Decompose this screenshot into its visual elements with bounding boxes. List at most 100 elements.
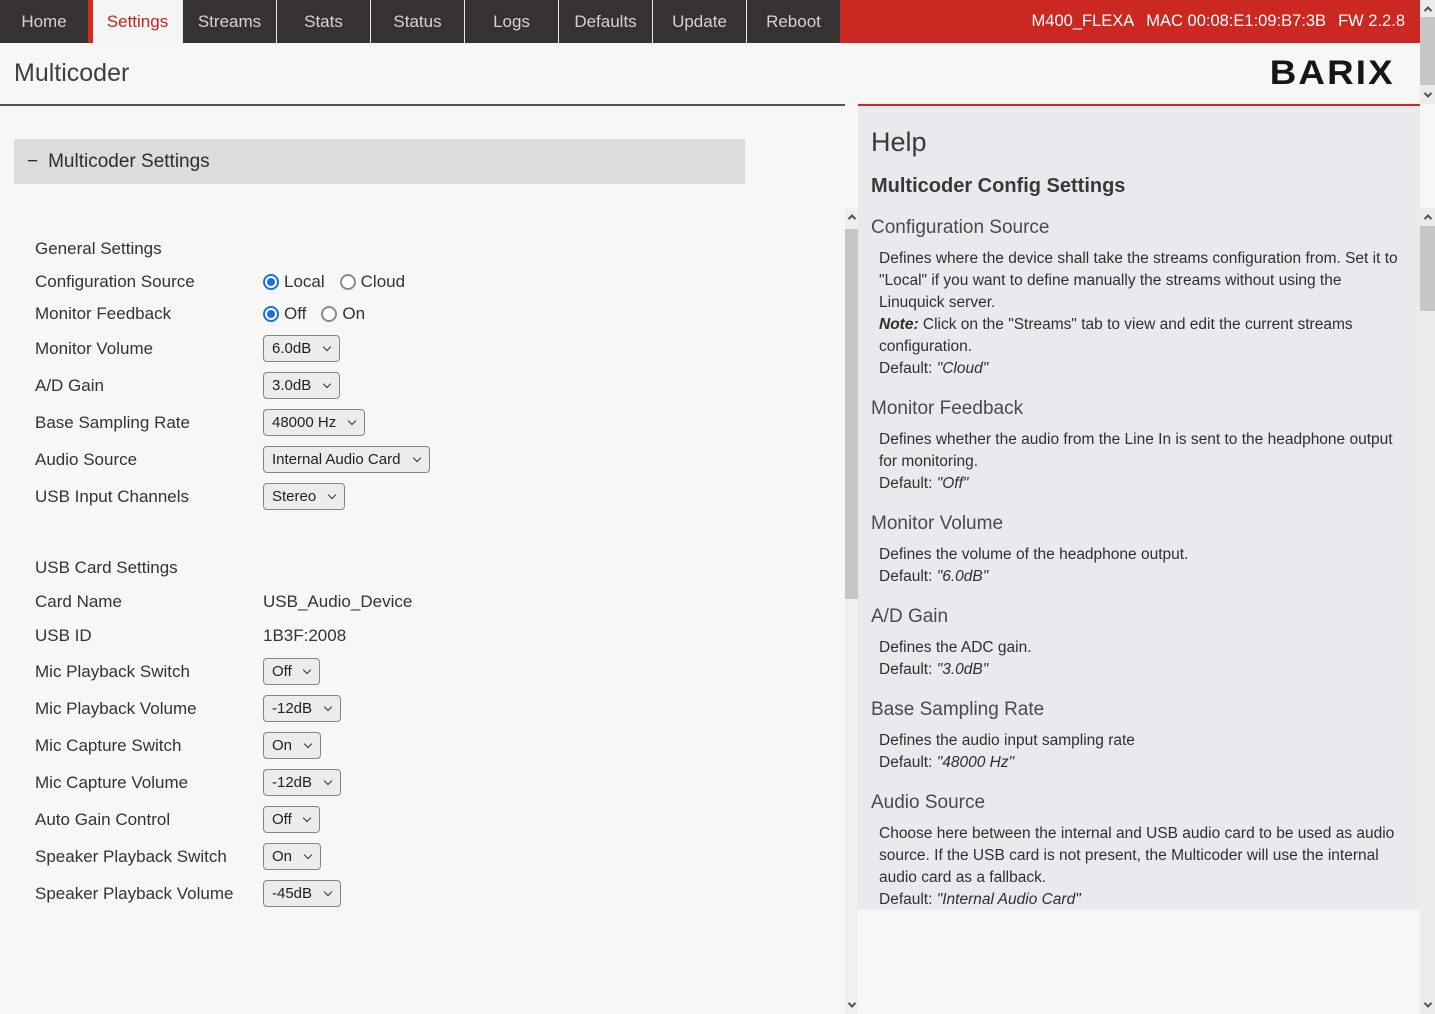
speaker-playback-switch-label: Speaker Playback Switch <box>35 847 263 867</box>
scroll-down-icon[interactable] <box>845 997 858 1013</box>
monitor-feedback-option-on[interactable]: On <box>321 304 365 324</box>
a-d-gain-select-wrap: 3.0dB <box>263 372 340 399</box>
mic-capture-switch-select[interactable]: On <box>263 732 321 759</box>
usb-id-label: USB ID <box>35 626 263 646</box>
audio-source-select-wrap: Internal Audio Card <box>263 446 430 473</box>
mic-playback-switch-select[interactable]: Off <box>263 658 320 685</box>
mic-playback-switch-label: Mic Playback Switch <box>35 662 263 682</box>
configuration-source-option-cloud[interactable]: Cloud <box>340 272 405 292</box>
mic-capture-volume-label: Mic Capture Volume <box>35 773 263 793</box>
mic-capture-volume-select[interactable]: -12dB <box>263 769 341 796</box>
help-paragraph: Defines whether the audio from the Line … <box>879 429 1404 473</box>
page-scrollbar[interactable] <box>1420 0 1435 104</box>
help-heading-audio-source: Audio Source <box>871 791 1404 815</box>
monitor-feedback-on-radio[interactable] <box>321 306 337 322</box>
monitor-feedback-on-radio-label: On <box>342 304 365 324</box>
row-mic-capture-switch: Mic Capture SwitchOn <box>35 727 845 764</box>
help-body-monitor-feedback: Defines whether the audio from the Line … <box>871 429 1404 495</box>
page-header: Multicoder BARIX <box>0 43 1420 104</box>
mic-playback-volume-select-wrap: -12dB <box>263 695 341 722</box>
speaker-playback-switch-select-wrap: On <box>263 843 321 870</box>
mic-capture-switch-label: Mic Capture Switch <box>35 736 263 756</box>
nav-tabs: HomeSettingsStreamsStatsStatusLogsDefaul… <box>0 0 840 43</box>
help-subtitle: Multicoder Config Settings <box>871 174 1404 199</box>
auto-gain-control-select[interactable]: Off <box>263 806 320 833</box>
tab-stats[interactable]: Stats <box>276 0 370 43</box>
speaker-playback-switch-select[interactable]: On <box>263 843 321 870</box>
group-usb-card-settings: USB Card Settings Card NameUSB_Audio_Devi… <box>35 557 845 910</box>
monitor-feedback-off-radio[interactable] <box>263 306 279 322</box>
monitor-volume-label: Monitor Volume <box>35 339 263 359</box>
configuration-source-option-local[interactable]: Local <box>263 272 325 292</box>
speaker-playback-volume-select[interactable]: -45dB <box>263 880 341 907</box>
scroll-up-icon[interactable] <box>845 209 858 225</box>
help-scrollbar[interactable] <box>1420 208 1435 1014</box>
help-body-a-d-gain: Defines the ADC gain.Default: "3.0dB" <box>871 637 1404 681</box>
help-body-base-sampling-rate: Defines the audio input sampling rateDef… <box>871 730 1404 774</box>
scroll-down-icon[interactable] <box>1420 87 1435 103</box>
configuration-source-label: Configuration Source <box>35 272 263 292</box>
card-name-label: Card Name <box>35 592 263 612</box>
settings-pane: − Multicoder Settings General SettingsCo… <box>0 104 845 910</box>
scroll-up-icon[interactable] <box>1420 1 1435 17</box>
help-heading-monitor-volume: Monitor Volume <box>871 512 1404 536</box>
row-configuration-source: Configuration SourceLocal Cloud <box>35 266 845 298</box>
tab-logs[interactable]: Logs <box>464 0 558 43</box>
settings-scrollbar-thumb[interactable] <box>845 229 858 599</box>
usb-input-channels-label: USB Input Channels <box>35 487 263 507</box>
tab-status[interactable]: Status <box>370 0 464 43</box>
help-section-a-d-gain: A/D GainDefines the ADC gain.Default: "3… <box>871 605 1404 681</box>
row-a-d-gain: A/D Gain3.0dB <box>35 367 845 404</box>
a-d-gain-select[interactable]: 3.0dB <box>263 372 340 399</box>
device-info: M400_FLEXA MAC 00:08:E1:09:B7:3B FW 2.2.… <box>840 0 1420 43</box>
tab-update[interactable]: Update <box>652 0 746 43</box>
usb-id-value: 1B3F:2008 <box>263 626 346 646</box>
tab-reboot[interactable]: Reboot <box>746 0 840 43</box>
tab-home[interactable]: Home <box>0 0 88 43</box>
help-default-value: "3.0dB" <box>937 661 989 678</box>
help-default: Default: "48000 Hz" <box>879 752 1404 774</box>
help-default-value: "Off" <box>937 475 969 492</box>
tab-defaults[interactable]: Defaults <box>558 0 652 43</box>
scroll-up-icon[interactable] <box>1420 209 1435 225</box>
section-title: Multicoder Settings <box>48 151 210 173</box>
usb-input-channels-select-wrap: Stereo <box>263 483 345 510</box>
page-title: Multicoder <box>14 59 129 88</box>
tab-streams[interactable]: Streams <box>182 0 276 43</box>
help-default-value: "Internal Audio Card" <box>937 891 1081 908</box>
configuration-source-local-radio[interactable] <box>263 274 279 290</box>
multicoder-settings-section-header[interactable]: − Multicoder Settings <box>14 139 745 184</box>
base-sampling-rate-label: Base Sampling Rate <box>35 413 263 433</box>
scroll-down-icon[interactable] <box>1420 997 1435 1013</box>
mic-playback-volume-select[interactable]: -12dB <box>263 695 341 722</box>
help-pane: Help Multicoder Config Settings Configur… <box>858 104 1420 910</box>
base-sampling-rate-select[interactable]: 48000 Hz <box>263 409 365 436</box>
device-mac: MAC 00:08:E1:09:B7:3B <box>1146 12 1326 31</box>
a-d-gain-label: A/D Gain <box>35 376 263 396</box>
auto-gain-control-label: Auto Gain Control <box>35 810 263 830</box>
monitor-feedback-label: Monitor Feedback <box>35 304 263 324</box>
row-card-name: Card NameUSB_Audio_Device <box>35 585 845 619</box>
collapse-minus-icon[interactable]: − <box>27 151 38 173</box>
usb-input-channels-select[interactable]: Stereo <box>263 483 345 510</box>
configuration-source-cloud-radio[interactable] <box>340 274 356 290</box>
barix-logo: BARIX <box>1270 54 1395 93</box>
row-auto-gain-control: Auto Gain ControlOff <box>35 801 845 838</box>
help-paragraph: Defines where the device shall take the … <box>879 248 1404 314</box>
help-default: Default: "Off" <box>879 473 1404 495</box>
row-monitor-feedback: Monitor FeedbackOff On <box>35 298 845 330</box>
audio-source-select[interactable]: Internal Audio Card <box>263 446 430 473</box>
monitor-volume-select[interactable]: 6.0dB <box>263 335 340 362</box>
device-name: M400_FLEXA <box>1032 12 1135 31</box>
help-heading-configuration-source: Configuration Source <box>871 216 1404 240</box>
tab-settings[interactable]: Settings <box>88 0 182 43</box>
help-default: Default: "Cloud" <box>879 358 1404 380</box>
row-mic-capture-volume: Mic Capture Volume-12dB <box>35 764 845 801</box>
page-scrollbar-thumb[interactable] <box>1420 17 1435 85</box>
monitor-feedback-option-off[interactable]: Off <box>263 304 306 324</box>
top-frame: HomeSettingsStreamsStatsStatusLogsDefaul… <box>0 0 1420 104</box>
help-scrollbar-thumb[interactable] <box>1420 226 1435 311</box>
settings-scrollbar[interactable] <box>845 208 858 1014</box>
row-monitor-volume: Monitor Volume6.0dB <box>35 330 845 367</box>
group-title-usb-card-settings: USB Card Settings <box>35 557 845 579</box>
